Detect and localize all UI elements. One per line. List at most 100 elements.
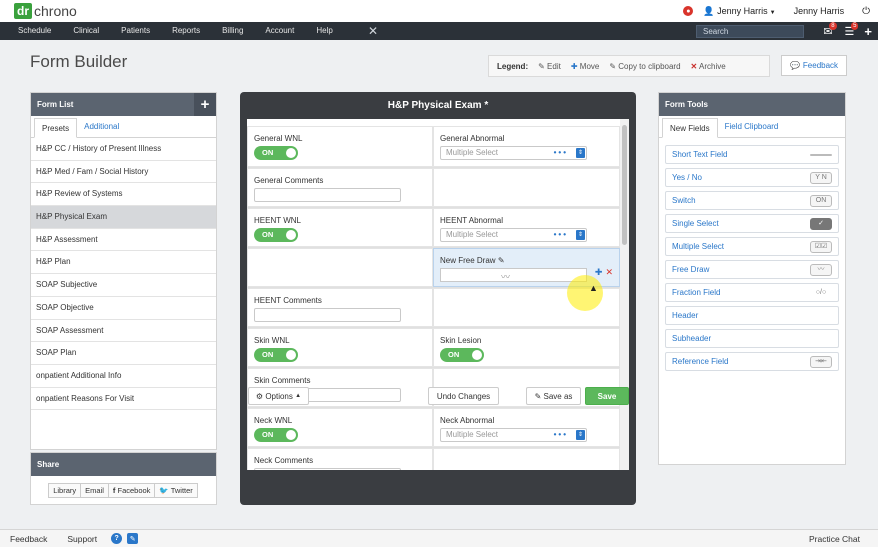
field-cell[interactable]: HEENT WNL ON bbox=[247, 208, 433, 247]
tool-free-draw[interactable]: Free Draw 〰 bbox=[665, 260, 839, 279]
general-wnl-toggle[interactable]: ON bbox=[254, 146, 298, 160]
add-form-button[interactable]: + bbox=[194, 93, 216, 116]
field-cell[interactable]: HEENT Abnormal Multiple Select ••• ⇕ bbox=[433, 208, 620, 247]
tab-additional[interactable]: Additional bbox=[77, 117, 126, 137]
pencil-icon[interactable]: ✎ bbox=[498, 256, 505, 265]
share-twitter-button[interactable]: 🐦 Twitter bbox=[154, 483, 198, 498]
tab-field-clipboard[interactable]: Field Clipboard bbox=[718, 117, 786, 137]
help-icon[interactable]: ? bbox=[111, 533, 123, 544]
tool-short-text-field[interactable]: Short Text Field bbox=[665, 145, 839, 164]
share-buttons: Library Email f Facebook 🐦 Twitter bbox=[31, 483, 216, 498]
share-panel: Share Library Email f Facebook 🐦 Twitter bbox=[30, 452, 217, 505]
power-icon[interactable]: ⏻ bbox=[862, 6, 870, 17]
neck-wnl-toggle[interactable]: ON bbox=[254, 428, 298, 442]
list-item-active[interactable]: H&P Physical Exam bbox=[31, 206, 216, 229]
list-item[interactable]: H&P Med / Fam / Social History bbox=[31, 161, 216, 184]
archive-icon[interactable]: ✕ bbox=[605, 267, 613, 277]
empty-cell[interactable] bbox=[433, 448, 620, 470]
reference-icon: ⇥⇤ bbox=[810, 355, 832, 368]
tasks-icon[interactable]: ☰ 5 bbox=[845, 21, 859, 38]
nav-clinical[interactable]: Clinical bbox=[62, 22, 110, 40]
options-button[interactable]: ⚙ Options ▲ bbox=[248, 387, 309, 405]
save-button[interactable]: Save bbox=[585, 387, 629, 405]
mail-badge: 8 bbox=[829, 21, 837, 30]
skin-lesion-toggle[interactable]: ON bbox=[440, 348, 484, 362]
list-item[interactable]: SOAP Subjective bbox=[31, 274, 216, 297]
chat-icon: 💬 bbox=[789, 61, 800, 70]
edit-icon[interactable]: ✎ bbox=[127, 533, 139, 544]
alert-icon[interactable]: ● bbox=[683, 6, 694, 16]
list-item[interactable]: onpatient Additional Info bbox=[31, 365, 216, 388]
empty-cell[interactable] bbox=[247, 248, 433, 287]
nav-help[interactable]: Help bbox=[305, 22, 343, 40]
neck-abnormal-select[interactable]: Multiple Select ••• ⇕ bbox=[440, 428, 587, 442]
tool-switch[interactable]: Switch ON bbox=[665, 191, 839, 210]
general-abnormal-select[interactable]: Multiple Select ••• ⇕ bbox=[440, 146, 587, 160]
field-cell[interactable]: Neck Abnormal Multiple Select ••• ⇕ bbox=[433, 408, 620, 447]
field-cell[interactable]: Neck WNL ON bbox=[247, 408, 433, 447]
list-item[interactable]: SOAP Plan bbox=[31, 342, 216, 365]
toggle-label: ON bbox=[262, 148, 274, 157]
neck-comments-input[interactable] bbox=[254, 468, 401, 470]
form-row: General Comments bbox=[247, 168, 620, 208]
tool-multiple-select[interactable]: Multiple Select ☑☑ bbox=[665, 237, 839, 256]
search-input[interactable]: Search bbox=[696, 25, 804, 38]
save-as-button[interactable]: ✎ Save as bbox=[526, 387, 581, 405]
skin-wnl-toggle[interactable]: ON bbox=[254, 348, 298, 362]
nav-patients[interactable]: Patients bbox=[110, 22, 161, 40]
tool-fraction-field[interactable]: Fraction Field ○/○ bbox=[665, 283, 839, 302]
tool-single-select[interactable]: Single Select ✓ bbox=[665, 214, 839, 233]
field-cell[interactable]: Skin Lesion ON bbox=[433, 328, 620, 367]
scrollbar-thumb[interactable] bbox=[622, 125, 627, 245]
field-cell[interactable]: Skin WNL ON bbox=[247, 328, 433, 367]
nav-reports[interactable]: Reports bbox=[161, 22, 211, 40]
canvas-scrollbar[interactable] bbox=[620, 119, 629, 470]
list-item[interactable]: H&P Review of Systems bbox=[31, 183, 216, 207]
undo-changes-button[interactable]: Undo Changes bbox=[428, 387, 499, 405]
nav-account[interactable]: Account bbox=[254, 22, 305, 40]
footer-feedback-link[interactable]: Feedback bbox=[10, 534, 47, 544]
feedback-button[interactable]: 💬 Feedback bbox=[781, 55, 847, 76]
close-icon[interactable]: ✕ bbox=[368, 24, 378, 38]
share-facebook-button[interactable]: f Facebook bbox=[107, 483, 156, 498]
mail-icon[interactable]: ✉ 8 bbox=[823, 21, 837, 38]
add-icon[interactable]: + bbox=[864, 24, 872, 39]
list-item[interactable]: H&P Plan bbox=[31, 251, 216, 275]
free-draw-canvas[interactable]: 〰 bbox=[440, 268, 587, 282]
field-cell[interactable]: HEENT Comments bbox=[247, 288, 433, 327]
field-cell[interactable]: Neck Comments bbox=[247, 448, 433, 470]
list-item[interactable]: H&P CC / History of Present Illness bbox=[31, 138, 216, 161]
tab-new-fields[interactable]: New Fields bbox=[662, 118, 718, 138]
list-item[interactable]: SOAP Objective bbox=[31, 297, 216, 320]
nav-billing[interactable]: Billing bbox=[211, 22, 254, 40]
practice-chat-link[interactable]: Practice Chat bbox=[809, 534, 860, 544]
pencil-icon: ✎ bbox=[538, 61, 545, 71]
tool-header[interactable]: Header bbox=[665, 306, 839, 325]
heent-abnormal-select[interactable]: Multiple Select ••• ⇕ bbox=[440, 228, 587, 242]
tool-yes-no[interactable]: Yes / No Y N bbox=[665, 168, 839, 187]
field-cell[interactable]: General Abnormal Multiple Select ••• ⇕ bbox=[433, 126, 620, 167]
share-facebook-label: Facebook bbox=[117, 486, 151, 495]
field-cell[interactable]: General Comments bbox=[247, 168, 433, 207]
general-comments-input[interactable] bbox=[254, 188, 401, 202]
ellipsis-icon: ••• bbox=[553, 148, 568, 157]
tab-presets[interactable]: Presets bbox=[34, 118, 78, 138]
heent-comments-input[interactable] bbox=[254, 308, 401, 322]
user-menu[interactable]: 👤 Jenny Harris ▼ bbox=[703, 6, 775, 17]
tool-reference-field[interactable]: Reference Field ⇥⇤ bbox=[665, 352, 839, 371]
list-item[interactable]: onpatient Reasons For Visit bbox=[31, 388, 216, 411]
nav-schedule[interactable]: Schedule bbox=[0, 22, 62, 40]
empty-cell[interactable] bbox=[433, 168, 620, 207]
share-email-button[interactable]: Email bbox=[80, 483, 109, 498]
field-cell[interactable]: General WNL ON bbox=[247, 126, 433, 167]
list-item[interactable]: H&P Assessment bbox=[31, 229, 216, 252]
drchrono-logo[interactable]: dr chrono bbox=[14, 3, 77, 19]
tool-label: Free Draw bbox=[672, 265, 710, 274]
heent-wnl-toggle[interactable]: ON bbox=[254, 228, 298, 242]
move-icon[interactable]: ✚ bbox=[595, 267, 603, 277]
current-user-name[interactable]: Jenny Harris bbox=[794, 6, 845, 16]
footer-support-link[interactable]: Support bbox=[67, 534, 97, 544]
tool-subheader[interactable]: Subheader bbox=[665, 329, 839, 348]
list-item[interactable]: SOAP Assessment bbox=[31, 320, 216, 343]
share-library-button[interactable]: Library bbox=[48, 483, 82, 498]
